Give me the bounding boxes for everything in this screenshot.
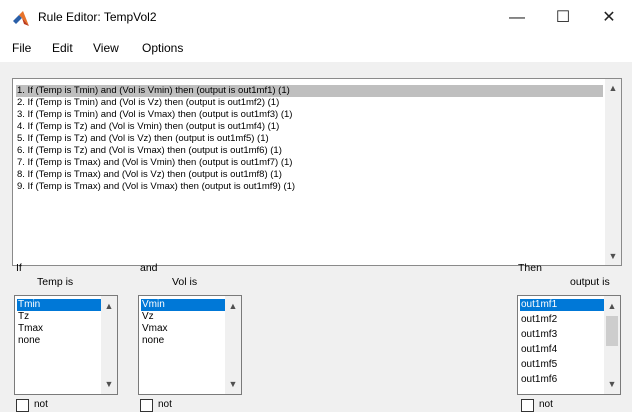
scroll-down-icon[interactable]: ▼ bbox=[605, 251, 621, 261]
vol-listbox[interactable]: Vmin Vz Vmax none ▲ ▼ bbox=[138, 295, 242, 395]
rule-item[interactable]: 7. If (Temp is Tmax) and (Vol is Vmin) t… bbox=[16, 157, 293, 169]
rule-item[interactable]: 8. If (Temp is Tmax) and (Vol is Vz) the… bbox=[16, 169, 283, 181]
menu-file[interactable]: File bbox=[12, 41, 31, 55]
scroll-up-icon[interactable]: ▲ bbox=[101, 301, 117, 311]
then-header: Then bbox=[518, 262, 542, 274]
list-item[interactable]: Tmax bbox=[17, 323, 102, 335]
rule-item[interactable]: 5. If (Temp is Tz) and (Vol is Vz) then … bbox=[16, 133, 270, 145]
temp-not-label: not bbox=[34, 399, 48, 410]
rule-item[interactable]: 3. If (Temp is Tmin) and (Vol is Vmax) t… bbox=[16, 109, 293, 121]
scroll-up-icon[interactable]: ▲ bbox=[605, 83, 621, 93]
vol-not-label: not bbox=[158, 399, 172, 410]
list-item[interactable]: Tz bbox=[17, 311, 102, 323]
rule-item[interactable]: 1. If (Temp is Tmin) and (Vol is Vmin) t… bbox=[16, 85, 603, 97]
scroll-down-icon[interactable]: ▼ bbox=[604, 379, 620, 389]
list-item[interactable]: out1mf5 bbox=[520, 359, 605, 371]
temp-not-checkbox[interactable] bbox=[16, 399, 29, 412]
scroll-down-icon[interactable]: ▼ bbox=[225, 379, 241, 389]
and-header: and bbox=[140, 262, 158, 274]
output-scrollbar[interactable]: ▲ ▼ bbox=[604, 296, 620, 394]
rule-item[interactable]: 6. If (Temp is Tz) and (Vol is Vmax) the… bbox=[16, 145, 283, 157]
menu-edit[interactable]: Edit bbox=[52, 41, 73, 55]
menu-view[interactable]: View bbox=[93, 41, 119, 55]
rule-editor-panel: 1. If (Temp is Tmin) and (Vol is Vmin) t… bbox=[0, 62, 632, 412]
if-header: If bbox=[16, 262, 22, 274]
temp-scrollbar[interactable]: ▲ ▼ bbox=[101, 296, 117, 394]
list-item[interactable]: none bbox=[17, 335, 102, 347]
temp-label: Temp is bbox=[37, 276, 74, 288]
output-not-label: not bbox=[539, 399, 553, 410]
close-button[interactable]: ✕ bbox=[586, 0, 632, 36]
window-title: Rule Editor: TempVol2 bbox=[38, 10, 157, 24]
scroll-down-icon[interactable]: ▼ bbox=[101, 379, 117, 389]
list-item[interactable]: out1mf4 bbox=[520, 344, 605, 356]
title-bar: Rule Editor: TempVol2 — ☐ ✕ bbox=[0, 0, 632, 36]
vol-scrollbar[interactable]: ▲ ▼ bbox=[225, 296, 241, 394]
rules-scrollbar[interactable]: ▲ ▼ bbox=[605, 79, 621, 265]
list-item[interactable]: out1mf6 bbox=[520, 374, 605, 386]
output-not-checkbox[interactable] bbox=[521, 399, 534, 412]
rule-item[interactable]: 9. If (Temp is Tmax) and (Vol is Vmax) t… bbox=[16, 181, 296, 193]
matlab-icon bbox=[13, 11, 29, 26]
scroll-up-icon[interactable]: ▲ bbox=[225, 301, 241, 311]
maximize-button[interactable]: ☐ bbox=[540, 0, 586, 36]
list-item[interactable]: out1mf3 bbox=[520, 329, 605, 341]
list-item[interactable]: Vmax bbox=[141, 323, 226, 335]
list-item[interactable]: out1mf2 bbox=[520, 314, 605, 326]
list-item[interactable]: Vmin bbox=[141, 299, 226, 311]
output-listbox[interactable]: out1mf1 out1mf2 out1mf3 out1mf4 out1mf5 … bbox=[517, 295, 621, 395]
list-item[interactable]: none bbox=[141, 335, 226, 347]
menu-options[interactable]: Options bbox=[142, 41, 183, 55]
minimize-button[interactable]: — bbox=[494, 0, 540, 36]
list-item[interactable]: Vz bbox=[141, 311, 226, 323]
vol-label: Vol is bbox=[172, 276, 198, 288]
scroll-up-icon[interactable]: ▲ bbox=[604, 301, 620, 311]
output-label: output is bbox=[570, 276, 610, 288]
rule-item[interactable]: 4. If (Temp is Tz) and (Vol is Vmin) the… bbox=[16, 121, 280, 133]
scroll-thumb[interactable] bbox=[606, 316, 618, 346]
vol-not-checkbox[interactable] bbox=[140, 399, 153, 412]
menu-bar: File Edit View Options bbox=[0, 36, 632, 62]
rule-item[interactable]: 2. If (Temp is Tmin) and (Vol is Vz) the… bbox=[16, 97, 280, 109]
temp-listbox[interactable]: Tmin Tz Tmax none ▲ ▼ bbox=[14, 295, 118, 395]
list-item[interactable]: out1mf1 bbox=[520, 299, 605, 311]
list-item[interactable]: Tmin bbox=[17, 299, 102, 311]
rules-list[interactable]: 1. If (Temp is Tmin) and (Vol is Vmin) t… bbox=[12, 78, 622, 266]
